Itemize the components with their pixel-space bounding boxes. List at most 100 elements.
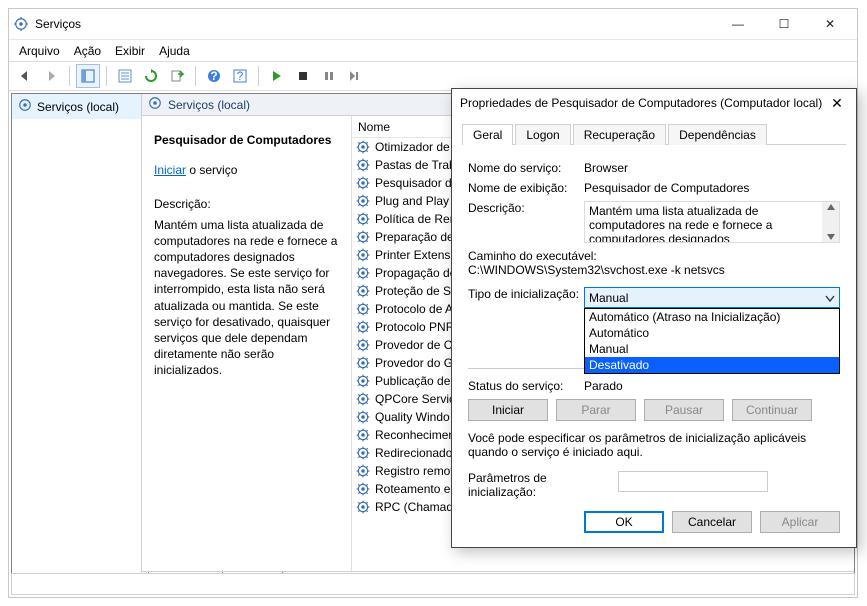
tree-root-label: Serviços (local) bbox=[37, 100, 119, 114]
svg-text:?: ? bbox=[210, 69, 217, 83]
toolbar: ? ? bbox=[9, 61, 857, 91]
play-button[interactable] bbox=[265, 64, 289, 88]
help-prop-button[interactable]: ? bbox=[228, 64, 252, 88]
apply-button[interactable]: Aplicar bbox=[760, 511, 840, 533]
gear-icon bbox=[356, 338, 370, 352]
list-item-label: Quality Windo bbox=[375, 410, 450, 424]
list-item-label: Pastas de Traba bbox=[375, 158, 462, 172]
resume-button[interactable]: Continuar bbox=[732, 399, 812, 421]
start-params-input[interactable] bbox=[618, 471, 768, 492]
detail-panel: Pesquisador de Computadores Iniciar o se… bbox=[142, 116, 352, 571]
selected-service-name: Pesquisador de Computadores bbox=[154, 132, 339, 148]
list-item-label: Preparação de bbox=[375, 230, 454, 244]
list-item-label: Proteção de So bbox=[375, 284, 458, 298]
dialog-title: Propriedades de Pesquisador de Computado… bbox=[460, 96, 826, 110]
pause-button[interactable]: Pausar bbox=[644, 399, 724, 421]
label-service-status: Status do serviço: bbox=[468, 379, 584, 393]
value-exe-path: C:\WINDOWS\System32\svchost.exe -k netsv… bbox=[468, 263, 840, 277]
startup-type-combo[interactable]: Manual Automático (Atraso na Inicializaç… bbox=[584, 287, 840, 308]
service-description: Mantém uma lista atualizada de computado… bbox=[154, 217, 339, 379]
close-button[interactable]: ✕ bbox=[807, 10, 853, 38]
value-service-name: Browser bbox=[584, 161, 840, 175]
list-item-label: Roteamento e bbox=[375, 482, 450, 496]
start-suffix: o serviço bbox=[186, 163, 237, 177]
menu-help[interactable]: Ajuda bbox=[159, 44, 190, 58]
value-service-status: Parado bbox=[584, 379, 840, 393]
ok-button[interactable]: OK bbox=[584, 511, 664, 533]
tab-general[interactable]: Geral bbox=[462, 124, 513, 145]
dialog-close-button[interactable]: ✕ bbox=[826, 95, 848, 112]
tab-dependencies[interactable]: Dependências bbox=[668, 124, 767, 145]
gear-icon bbox=[356, 284, 370, 298]
pane-header-label: Serviços (local) bbox=[168, 98, 250, 112]
cancel-button[interactable]: Cancelar bbox=[672, 511, 752, 533]
gear-icon bbox=[356, 500, 370, 514]
dialog-tabs: Geral Logon Recuperação Dependências bbox=[452, 117, 856, 144]
gear-icon bbox=[356, 482, 370, 496]
minimize-button[interactable]: — bbox=[715, 10, 761, 38]
value-description: Mantém uma lista atualizada de computado… bbox=[589, 204, 772, 243]
combo-option[interactable]: Automático (Atraso na Inicialização) bbox=[585, 309, 839, 325]
list-item-label: Redirecionado bbox=[375, 446, 452, 460]
gear-icon bbox=[356, 356, 370, 370]
export-button[interactable] bbox=[165, 64, 189, 88]
menu-view[interactable]: Exibir bbox=[115, 44, 145, 58]
params-hint: Você pode especificar os parâmetros de i… bbox=[468, 431, 840, 459]
gear-icon bbox=[356, 464, 370, 478]
help-button[interactable]: ? bbox=[202, 64, 226, 88]
gear-icon bbox=[356, 446, 370, 460]
menu-file[interactable]: Arquivo bbox=[19, 44, 60, 58]
combo-option[interactable]: Automático bbox=[585, 325, 839, 341]
pause-button[interactable] bbox=[317, 64, 341, 88]
gear-icon bbox=[356, 212, 370, 226]
list-item-label: Protocolo de A bbox=[375, 302, 453, 316]
start-link[interactable]: Iniciar bbox=[154, 163, 186, 177]
gear-icon bbox=[356, 302, 370, 316]
tree-root[interactable]: Serviços (local) bbox=[12, 94, 141, 119]
properties-dialog: Propriedades de Pesquisador de Computado… bbox=[451, 88, 857, 548]
list-item-label: Otimizador de bbox=[375, 140, 450, 154]
svg-text:?: ? bbox=[237, 69, 244, 83]
details-button[interactable] bbox=[113, 64, 137, 88]
gear-icon bbox=[356, 158, 370, 172]
combo-option[interactable]: Desativado bbox=[585, 357, 839, 373]
desc-label: Descrição: bbox=[154, 196, 339, 212]
services-icon bbox=[13, 16, 29, 32]
forward-button[interactable] bbox=[39, 64, 63, 88]
list-item-label: Publicação de bbox=[375, 374, 450, 388]
label-description: Descrição: bbox=[468, 201, 584, 215]
back-button[interactable] bbox=[13, 64, 37, 88]
services-icon bbox=[18, 98, 32, 115]
list-item-label: RPC (Chamada bbox=[375, 500, 460, 514]
statusbar bbox=[11, 573, 855, 595]
gear-icon bbox=[356, 248, 370, 262]
label-service-name: Nome do serviço: bbox=[468, 161, 584, 175]
gear-icon bbox=[356, 194, 370, 208]
list-item-label: Protocolo PNR bbox=[375, 320, 454, 334]
gear-icon bbox=[356, 320, 370, 334]
desc-scrollbar[interactable] bbox=[822, 202, 839, 242]
tab-logon[interactable]: Logon bbox=[515, 124, 570, 145]
list-item-label: Provedor do Gr bbox=[375, 356, 457, 370]
dialog-titlebar: Propriedades de Pesquisador de Computado… bbox=[452, 89, 856, 117]
stop-button[interactable]: Parar bbox=[556, 399, 636, 421]
chevron-down-icon[interactable] bbox=[821, 289, 838, 306]
maximize-button[interactable]: ☐ bbox=[761, 10, 807, 38]
restart-button[interactable] bbox=[343, 64, 367, 88]
startup-type-dropdown[interactable]: Automático (Atraso na Inicialização)Auto… bbox=[584, 308, 840, 374]
label-display-name: Nome de exibição: bbox=[468, 181, 584, 195]
label-startup-type: Tipo de inicialização: bbox=[468, 287, 584, 301]
refresh-button[interactable] bbox=[139, 64, 163, 88]
label-exe-path: Caminho do executável: bbox=[468, 249, 840, 263]
list-item-label: Pesquisador de bbox=[375, 176, 458, 190]
menu-action[interactable]: Ação bbox=[74, 44, 101, 58]
services-icon bbox=[148, 96, 162, 113]
list-item-label: Reconhecimen bbox=[375, 428, 455, 442]
menubar: Arquivo Ação Exibir Ajuda bbox=[9, 39, 857, 61]
gear-icon bbox=[356, 140, 370, 154]
tab-recovery[interactable]: Recuperação bbox=[573, 124, 666, 145]
combo-option[interactable]: Manual bbox=[585, 341, 839, 357]
stop-button[interactable] bbox=[291, 64, 315, 88]
properties-toolbar-button[interactable] bbox=[76, 64, 100, 88]
start-button[interactable]: Iniciar bbox=[468, 399, 548, 421]
